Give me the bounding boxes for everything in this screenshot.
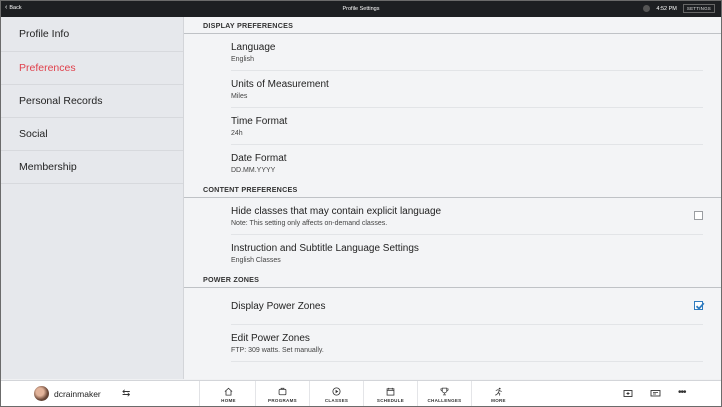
sidebar-item-profile-info[interactable]: Profile Info bbox=[1, 17, 183, 52]
checkmark-icon bbox=[695, 302, 705, 310]
nav-challenges[interactable]: CHALLENGES bbox=[418, 381, 472, 406]
units-row[interactable]: Units of Measurement Miles bbox=[231, 71, 703, 108]
language-row[interactable]: Language English bbox=[231, 34, 703, 71]
programs-icon bbox=[278, 387, 287, 395]
subtitle-value: English Classes bbox=[231, 256, 281, 264]
avatar bbox=[34, 386, 49, 401]
username: dcrainmaker bbox=[54, 388, 101, 399]
nav-label: MORE bbox=[491, 397, 506, 403]
page-title: Profile Settings bbox=[342, 6, 380, 12]
explicit-note: Note: This setting only affects on-deman… bbox=[231, 219, 388, 227]
explicit-title: Hide classes that may contain explicit l… bbox=[231, 205, 442, 217]
nav-label: SCHEDULE bbox=[376, 397, 405, 403]
app-window: ‹ Back Profile Settings 4:52 PM SETTINGS… bbox=[0, 0, 722, 407]
sidebar-item-social[interactable]: Social bbox=[1, 118, 183, 151]
date-format-title: Date Format bbox=[231, 152, 287, 164]
main-navigation: HOME PROGRAMS CLASSES SCHEDULE CHALLENGE… bbox=[202, 381, 525, 406]
time-format-title: Time Format bbox=[231, 115, 288, 127]
nav-more[interactable]: MORE bbox=[472, 381, 525, 406]
section-header-content: CONTENT PREFERENCES bbox=[184, 181, 721, 198]
nav-home[interactable]: HOME bbox=[202, 381, 256, 406]
sidebar-item-membership[interactable]: Membership bbox=[1, 151, 183, 184]
settings-sidebar: Profile Info Preferences Personal Record… bbox=[1, 17, 184, 379]
nav-programs[interactable]: PROGRAMS bbox=[256, 381, 310, 406]
nav-label: HOME bbox=[221, 397, 236, 403]
explicit-checkbox[interactable] bbox=[694, 211, 703, 220]
time-format-value: 24h bbox=[231, 129, 243, 137]
trophy-icon bbox=[440, 387, 449, 395]
add-to-stack-icon[interactable] bbox=[623, 388, 633, 398]
nav-label: CHALLENGES bbox=[427, 397, 462, 403]
status-area: 4:52 PM SETTINGS bbox=[643, 4, 715, 13]
edit-power-zones-row[interactable]: Edit Power Zones FTP: 309 watts. Set man… bbox=[231, 325, 703, 362]
nav-label: PROGRAMS bbox=[268, 397, 297, 403]
section-header-power: POWER ZONES bbox=[184, 271, 721, 288]
edit-zones-value: FTP: 309 watts. Set manually. bbox=[231, 346, 324, 354]
divider bbox=[199, 381, 200, 406]
display-zones-checkbox[interactable] bbox=[694, 301, 705, 310]
display-power-zones-row[interactable]: Display Power Zones bbox=[231, 288, 705, 325]
units-title: Units of Measurement bbox=[231, 78, 329, 90]
top-status-bar: ‹ Back Profile Settings 4:52 PM SETTINGS bbox=[1, 1, 721, 17]
edit-zones-title: Edit Power Zones bbox=[231, 332, 310, 344]
preferences-panel: DISPLAY PREFERENCES Language English Uni… bbox=[184, 17, 721, 379]
sidebar-item-personal-records[interactable]: Personal Records bbox=[1, 85, 183, 118]
user-profile[interactable]: dcrainmaker bbox=[34, 386, 101, 401]
date-format-value: DD.MM.YYYY bbox=[231, 166, 276, 174]
nav-label: CLASSES bbox=[324, 397, 349, 403]
date-format-row[interactable]: Date Format DD.MM.YYYY bbox=[231, 145, 703, 181]
wifi-icon bbox=[643, 5, 651, 12]
bottom-nav-bar: dcrainmaker ⇆ HOME PROGRAMS CLASSES SCHE… bbox=[1, 380, 721, 406]
settings-button[interactable]: SETTINGS bbox=[682, 4, 715, 13]
display-zones-title: Display Power Zones bbox=[231, 300, 326, 312]
classes-icon bbox=[332, 386, 341, 396]
explicit-language-row[interactable]: Hide classes that may contain explicit l… bbox=[231, 198, 703, 235]
language-title: Language bbox=[231, 41, 276, 53]
schedule-icon bbox=[386, 387, 395, 396]
subtitle-title: Instruction and Subtitle Language Settin… bbox=[231, 242, 419, 254]
section-header-display: DISPLAY PREFERENCES bbox=[184, 17, 721, 34]
nav-classes[interactable]: CLASSES bbox=[310, 381, 364, 406]
sidebar-item-preferences[interactable]: Preferences bbox=[1, 52, 183, 85]
home-icon bbox=[224, 387, 233, 396]
clock: 4:52 PM bbox=[656, 5, 677, 12]
subtitle-language-row[interactable]: Instruction and Subtitle Language Settin… bbox=[231, 235, 703, 271]
language-value: English bbox=[231, 55, 254, 63]
swap-icon[interactable]: ⇆ bbox=[122, 388, 130, 399]
more-options-icon[interactable]: ••• bbox=[678, 387, 686, 398]
nav-schedule[interactable]: SCHEDULE bbox=[364, 381, 418, 406]
screen-icon[interactable] bbox=[650, 388, 661, 398]
units-value: Miles bbox=[231, 92, 248, 100]
time-format-row[interactable]: Time Format 24h bbox=[231, 108, 703, 145]
more-person-icon bbox=[495, 387, 502, 396]
